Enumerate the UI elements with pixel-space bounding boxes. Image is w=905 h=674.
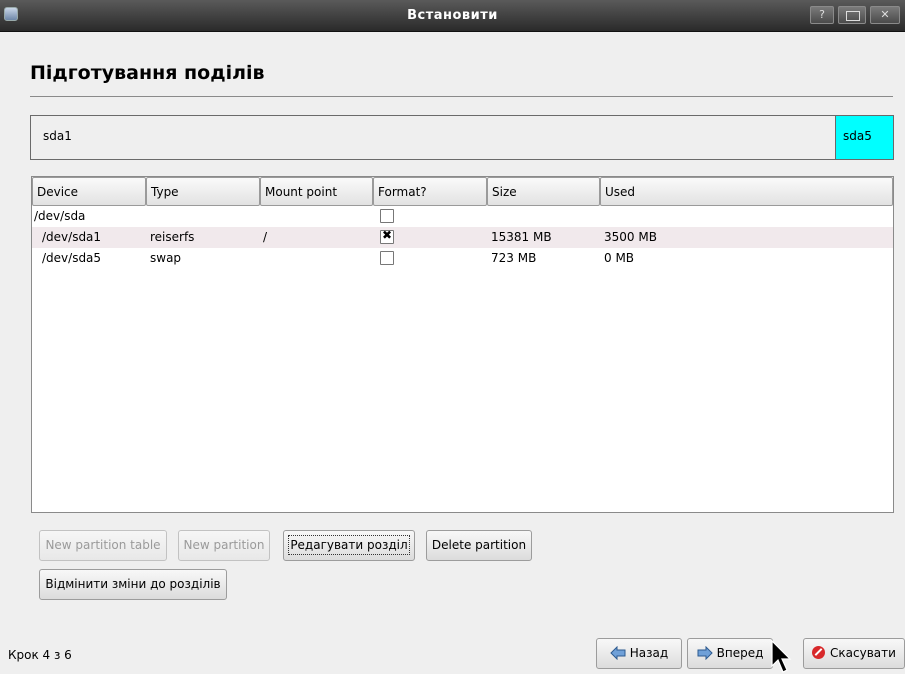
partition-segment-label: sda5 — [843, 129, 872, 143]
close-icon: ✕ — [880, 8, 890, 21]
help-button[interactable]: ? — [810, 6, 834, 24]
table-row[interactable]: /dev/sda1 reiserfs / 15381 MB 3500 MB — [32, 227, 893, 248]
cancel-label: Скасувати — [830, 646, 896, 660]
cell-mount-point: / — [263, 230, 268, 244]
heading-divider — [30, 96, 893, 97]
back-button[interactable]: Назад — [596, 638, 682, 669]
window-title: Встановити — [407, 8, 498, 23]
column-header-mount-point[interactable]: Mount point — [260, 177, 373, 206]
undo-partition-changes-button[interactable]: Відмінити зміни до розділів — [39, 569, 227, 600]
forward-label: Вперед — [716, 646, 764, 660]
cell-size: 15381 MB — [491, 230, 552, 244]
cell-device: /dev/sda — [34, 209, 86, 223]
cell-size: 723 MB — [491, 251, 537, 265]
cell-used: 0 MB — [604, 251, 635, 265]
partition-segment-sda5[interactable]: sda5 — [836, 116, 893, 159]
window-titlebar[interactable]: Встановити ? ✕ — [0, 0, 905, 32]
table-row[interactable]: /dev/sda5 swap 723 MB 0 MB — [32, 248, 893, 269]
cell-used: 3500 MB — [604, 230, 657, 244]
edit-partition-button[interactable]: Редагувати розділ — [283, 530, 415, 561]
column-header-used[interactable]: Used — [600, 177, 893, 206]
back-label: Назад — [629, 646, 669, 660]
close-button[interactable]: ✕ — [870, 6, 900, 24]
partition-table[interactable]: Device Type Mount point Format? Size Use… — [31, 176, 894, 513]
column-header-size[interactable]: Size — [487, 177, 600, 206]
column-header-type[interactable]: Type — [146, 177, 260, 206]
format-checkbox[interactable] — [380, 228, 394, 244]
table-header: Device Type Mount point Format? Size Use… — [32, 177, 893, 206]
new-partition-button[interactable]: New partition — [178, 530, 270, 561]
restore-button[interactable] — [838, 6, 866, 24]
format-checkbox[interactable] — [380, 209, 394, 223]
cell-type: reiserfs — [150, 230, 195, 244]
cell-type: swap — [150, 251, 182, 265]
new-partition-table-button[interactable]: New partition table — [39, 530, 167, 561]
cancel-button[interactable]: Скасувати — [803, 638, 905, 669]
column-header-device[interactable]: Device — [32, 177, 146, 206]
cancel-icon — [812, 646, 826, 659]
arrow-right-icon — [697, 646, 713, 660]
table-row[interactable]: /dev/sda — [32, 206, 893, 227]
partition-segment-sda1[interactable]: sda1 — [31, 116, 836, 159]
delete-partition-button[interactable]: Delete partition — [426, 530, 532, 561]
edit-partition-label: Редагувати розділ — [288, 535, 410, 555]
column-header-format[interactable]: Format? — [373, 177, 487, 206]
forward-button[interactable]: Вперед — [687, 638, 773, 669]
step-indicator: Крок 4 з 6 — [8, 648, 72, 662]
cell-device: /dev/sda1 — [42, 230, 102, 244]
arrow-left-icon — [610, 646, 626, 660]
page-title: Підготування поділів — [30, 62, 265, 84]
partition-segment-label: sda1 — [43, 129, 72, 143]
mouse-cursor-icon — [771, 640, 792, 673]
format-checkbox[interactable] — [380, 251, 394, 265]
cell-device: /dev/sda5 — [42, 251, 102, 265]
partition-bar: sda1 sda5 — [30, 115, 894, 160]
